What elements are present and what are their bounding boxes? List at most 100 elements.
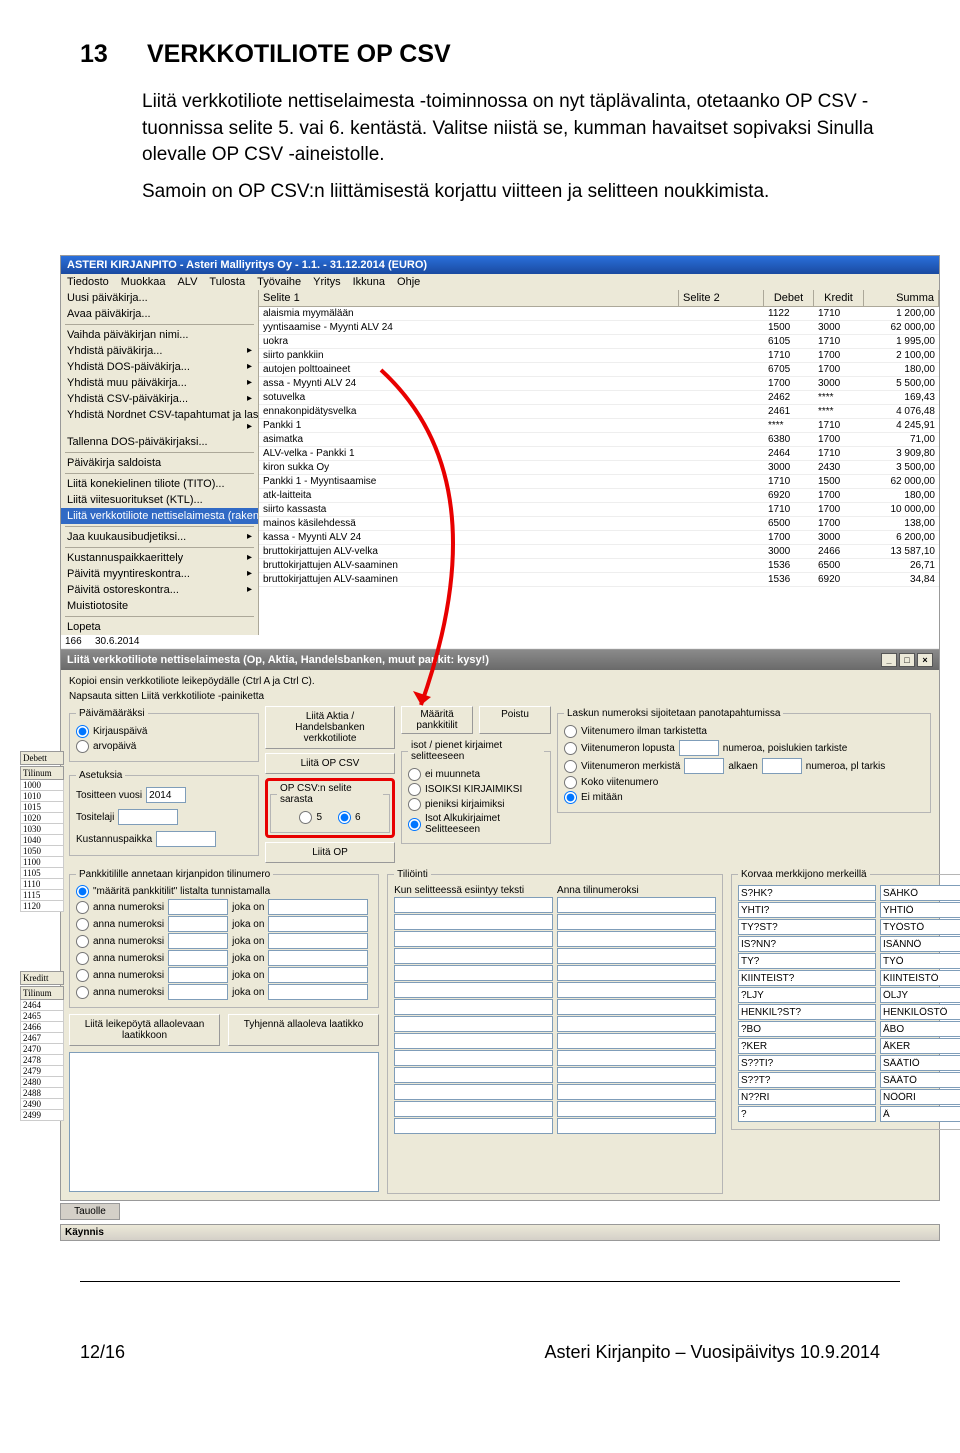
- radio-isoiksi[interactable]: [408, 783, 421, 796]
- radio-anna-numeroksi[interactable]: [76, 935, 89, 948]
- input-tilinumeroksi[interactable]: [557, 1033, 716, 1049]
- input-tilinumeroksi[interactable]: [557, 1050, 716, 1066]
- input-selite-teksti[interactable]: [394, 897, 553, 913]
- menu-item[interactable]: Avaa päiväkirja...: [61, 306, 258, 322]
- input-tilinumero[interactable]: [168, 967, 228, 983]
- radio-anna-numeroksi[interactable]: [76, 952, 89, 965]
- menu-item[interactable]: Jaa kuukausibudjetiksi...: [61, 529, 258, 545]
- table-row[interactable]: bruttokirjattujen ALV-velka3000246613 58…: [259, 545, 939, 559]
- menu-item[interactable]: Yhdistä Nordnet CSV-tapahtumat ja laskel…: [61, 407, 258, 434]
- menu-item[interactable]: Yhdistä muu päiväkirja...: [61, 375, 258, 391]
- input-joka-on[interactable]: [268, 967, 368, 983]
- btn-liita-op-csv[interactable]: Liitä OP CSV: [265, 753, 395, 774]
- input-selite-teksti[interactable]: [394, 1016, 553, 1032]
- input-selite-teksti[interactable]: [394, 948, 553, 964]
- radio-eimuunneta[interactable]: [408, 768, 421, 781]
- radio-viite-lopusta[interactable]: [564, 742, 577, 755]
- input-selite-teksti[interactable]: [394, 931, 553, 947]
- radio-arvopaiva[interactable]: [76, 740, 89, 753]
- input-tilinumero[interactable]: [168, 933, 228, 949]
- input-tilinumeroksi[interactable]: [557, 1084, 716, 1100]
- table-row[interactable]: bruttokirjattujen ALV-saaminen1536650026…: [259, 559, 939, 573]
- input-viite-lopusta[interactable]: [679, 740, 719, 756]
- radio-anna-numeroksi[interactable]: [76, 986, 89, 999]
- input-korvaa-to[interactable]: [880, 885, 960, 901]
- menu-ikkuna[interactable]: Ikkuna: [353, 276, 385, 288]
- table-row[interactable]: ALV-velka - Pankki 1246417103 909,80: [259, 447, 939, 461]
- table-row[interactable]: assa - Myynti ALV 24170030005 500,00: [259, 377, 939, 391]
- input-tilinumeroksi[interactable]: [557, 1067, 716, 1083]
- btn-maarita-pankkitilit[interactable]: Määritä pankkitilit: [401, 706, 473, 734]
- btn-tauolle[interactable]: Tauolle: [60, 1203, 120, 1220]
- input-joka-on[interactable]: [268, 899, 368, 915]
- radio-anna-numeroksi[interactable]: [76, 918, 89, 931]
- radio-viite-merkista[interactable]: [564, 760, 577, 773]
- radio-maarita-listalta[interactable]: [76, 885, 89, 898]
- table-row[interactable]: autojen polttoaineet67051700180,00: [259, 363, 939, 377]
- input-tilinumeroksi[interactable]: [557, 999, 716, 1015]
- table-row[interactable]: yyntisaamise - Myynti ALV 241500300062 0…: [259, 321, 939, 335]
- input-korvaa-from[interactable]: [738, 1038, 876, 1054]
- menu-item[interactable]: Yhdistä CSV-päiväkirja...: [61, 391, 258, 407]
- input-tilinumeroksi[interactable]: [557, 948, 716, 964]
- start-button[interactable]: Käynnis: [65, 1227, 104, 1238]
- menu-item[interactable]: Yhdistä päiväkirja...: [61, 343, 258, 359]
- input-korvaa-from[interactable]: [738, 902, 876, 918]
- maximize-icon[interactable]: □: [899, 653, 915, 667]
- table-row[interactable]: siirto kassasta1710170010 000,00: [259, 503, 939, 517]
- menu-alv[interactable]: ALV: [177, 276, 197, 288]
- menu-item[interactable]: Muistiotosite: [61, 598, 258, 614]
- table-row[interactable]: ennakonpidätysvelka2461****4 076,48: [259, 405, 939, 419]
- input-korvaa-to[interactable]: [880, 936, 960, 952]
- menu-työvaihe[interactable]: Työvaihe: [257, 276, 301, 288]
- input-korvaa-to[interactable]: [880, 1106, 960, 1122]
- menu-tiedosto[interactable]: Tiedosto: [67, 276, 109, 288]
- menu-item[interactable]: Liitä verkkotiliote nettiselaimesta (rak…: [61, 508, 258, 524]
- input-tilinumeroksi[interactable]: [557, 1101, 716, 1117]
- radio-opcsv-5[interactable]: [299, 811, 312, 824]
- menu-item[interactable]: Vaihda päiväkirjan nimi...: [61, 327, 258, 343]
- table-row[interactable]: bruttokirjattujen ALV-saaminen1536692034…: [259, 573, 939, 587]
- input-tilinumero[interactable]: [168, 916, 228, 932]
- table-row[interactable]: mainos käsilehdessä65001700138,00: [259, 517, 939, 531]
- input-tositelaji[interactable]: [118, 809, 178, 825]
- btn-liita-aktia[interactable]: Liitä Aktia / Handelsbanken verkkotiliot…: [265, 706, 395, 749]
- menu-yritys[interactable]: Yritys: [313, 276, 341, 288]
- input-korvaa-to[interactable]: [880, 953, 960, 969]
- input-korvaa-from[interactable]: [738, 1055, 876, 1071]
- input-korvaa-to[interactable]: [880, 1089, 960, 1105]
- radio-anna-numeroksi[interactable]: [76, 969, 89, 982]
- input-viite-merk2[interactable]: [762, 758, 802, 774]
- minimize-icon[interactable]: _: [881, 653, 897, 667]
- radio-anna-numeroksi[interactable]: [76, 901, 89, 914]
- table-row[interactable]: asimatka6380170071,00: [259, 433, 939, 447]
- input-korvaa-to[interactable]: [880, 1038, 960, 1054]
- table-row[interactable]: alaismia myymälään112217101 200,00: [259, 307, 939, 321]
- input-joka-on[interactable]: [268, 933, 368, 949]
- input-selite-teksti[interactable]: [394, 965, 553, 981]
- input-korvaa-from[interactable]: [738, 970, 876, 986]
- input-korvaa-to[interactable]: [880, 919, 960, 935]
- table-row[interactable]: kiron sukka Oy300024303 500,00: [259, 461, 939, 475]
- input-korvaa-from[interactable]: [738, 1004, 876, 1020]
- btn-liita-op[interactable]: Liitä OP: [265, 842, 395, 863]
- input-tilinumeroksi[interactable]: [557, 931, 716, 947]
- input-korvaa-from[interactable]: [738, 919, 876, 935]
- input-korvaa-to[interactable]: [880, 1004, 960, 1020]
- clipboard-textarea[interactable]: [69, 1052, 379, 1192]
- input-tilinumeroksi[interactable]: [557, 965, 716, 981]
- input-tilinumero[interactable]: [168, 950, 228, 966]
- input-selite-teksti[interactable]: [394, 999, 553, 1015]
- menu-item[interactable]: Päiväkirja saldoista: [61, 455, 258, 471]
- input-joka-on[interactable]: [268, 950, 368, 966]
- menu-item[interactable]: Tallenna DOS-päiväkirjaksi...: [61, 434, 258, 450]
- btn-tyhjenna[interactable]: Tyhjennä allaoleva laatikko: [228, 1014, 379, 1046]
- radio-pieniksi[interactable]: [408, 798, 421, 811]
- input-korvaa-from[interactable]: [738, 987, 876, 1003]
- input-joka-on[interactable]: [268, 984, 368, 1000]
- input-korvaa-to[interactable]: [880, 1072, 960, 1088]
- input-tilinumeroksi[interactable]: [557, 897, 716, 913]
- input-tilinumeroksi[interactable]: [557, 982, 716, 998]
- input-selite-teksti[interactable]: [394, 1118, 553, 1134]
- menu-ohje[interactable]: Ohje: [397, 276, 420, 288]
